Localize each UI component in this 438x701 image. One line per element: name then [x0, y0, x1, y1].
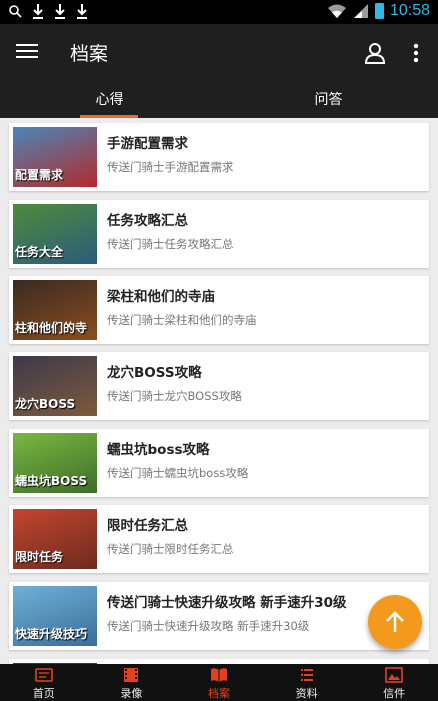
list-icon: [300, 669, 313, 681]
item-title: 手游配置需求: [107, 136, 188, 152]
battery-icon: [374, 3, 384, 19]
more-vert-icon[interactable]: [404, 40, 428, 66]
item-subtitle: 传送门骑士限时任务汇总: [107, 542, 234, 556]
hamburger-menu-icon[interactable]: [14, 40, 40, 64]
notification-icons: [8, 3, 88, 19]
list-item[interactable]: 龙穴BOSS 龙穴BOSS攻略 传送门骑士龙穴BOSS攻略: [9, 352, 429, 420]
user-icon[interactable]: [362, 40, 388, 66]
thumbnail-caption: 蠕虫坑BOSS: [15, 474, 88, 488]
nav-archive[interactable]: 档案: [175, 664, 263, 701]
thumbnail: 配置需求: [13, 127, 97, 187]
thumbnail-caption: 龙穴BOSS: [15, 397, 76, 411]
status-time: 10:58: [389, 2, 430, 19]
article-list: 配置需求 手游配置需求 传送门骑士手游配置需求 任务大全 任务攻略汇总 传送门骑…: [0, 118, 438, 664]
item-subtitle: 传送门骑士任务攻略汇总: [107, 237, 234, 251]
search-icon: [9, 5, 22, 18]
item-subtitle: 传送门骑士快速升级攻略 新手速升30级: [107, 619, 310, 633]
thumbnail: 任务大全: [13, 204, 97, 264]
thumbnail-caption: 快速升级技巧: [15, 627, 88, 641]
list-item[interactable]: 配置需求 手游配置需求 传送门骑士手游配置需求: [9, 123, 429, 191]
tab-wenda[interactable]: 问答: [219, 80, 438, 118]
item-title: 限时任务汇总: [107, 518, 188, 534]
thumbnail: 快速升级技巧: [13, 586, 97, 646]
nav-mail[interactable]: 信件: [350, 664, 438, 701]
item-title: 任务攻略汇总: [107, 213, 188, 229]
item-title: 蠕虫坑boss攻略: [107, 442, 210, 458]
page-title: 档案: [70, 44, 109, 65]
thumbnail-caption: 柱和他们的寺: [15, 321, 88, 335]
list-item[interactable]: 蠕虫坑BOSS 蠕虫坑boss攻略 传送门骑士蠕虫坑boss攻略: [9, 429, 429, 497]
bottom-nav: 首页 录像 档案 资料 信件: [0, 664, 438, 701]
nav-data-label: 资料: [295, 687, 318, 700]
item-title: 传送门骑士快速升级攻略 新手速升30级: [107, 595, 347, 611]
tab-bar: 心得 问答: [0, 80, 438, 118]
item-subtitle: 传送门骑士手游配置需求: [107, 160, 234, 174]
thumbnail: 柱和他们的寺: [13, 280, 97, 340]
list-item[interactable]: 快速升级技巧 传送门骑士快速升级攻略 新手速升30级 传送门骑士快速升级攻略 新…: [9, 582, 429, 650]
item-title: 龙穴BOSS攻略: [107, 365, 202, 381]
scroll-to-top-button[interactable]: [368, 595, 422, 649]
book-icon: [210, 668, 227, 682]
film-icon: [124, 668, 139, 682]
thumbnail: 蠕虫坑BOSS: [13, 433, 97, 493]
download-icon: [33, 4, 43, 19]
item-title: 梁柱和他们的寺庙: [107, 289, 215, 305]
image-icon: [385, 667, 403, 683]
list-item[interactable]: 限时任务 限时任务汇总 传送门骑士限时任务汇总: [9, 505, 429, 573]
status-bar: 10:58: [0, 0, 438, 24]
item-subtitle: 传送门骑士蠕虫坑boss攻略: [107, 466, 249, 480]
wifi-icon: [327, 4, 346, 18]
thumbnail-caption: 配置需求: [15, 168, 64, 182]
nav-video-label: 录像: [120, 687, 143, 700]
list-item[interactable]: 柱和他们的寺 梁柱和他们的寺庙 传送门骑士梁柱和他们的寺庙: [9, 276, 429, 344]
arrow-up-icon: [386, 611, 404, 632]
nav-data[interactable]: 资料: [263, 664, 351, 701]
download-icon: [77, 4, 87, 19]
nav-mail-label: 信件: [383, 687, 406, 700]
home-icon: [34, 668, 53, 682]
thumbnail-caption: 限时任务: [15, 550, 64, 564]
thumbnail: 限时任务: [13, 509, 97, 569]
nav-home[interactable]: 首页: [0, 664, 88, 701]
list-item[interactable]: 任务大全 任务攻略汇总 传送门骑士任务攻略汇总: [9, 200, 429, 268]
item-subtitle: 传送门骑士龙穴BOSS攻略: [107, 389, 242, 403]
system-icons: 10:58: [327, 2, 430, 20]
tab-xinde[interactable]: 心得: [0, 80, 219, 118]
signal-icon: [353, 4, 368, 18]
item-subtitle: 传送门骑士梁柱和他们的寺庙: [107, 313, 257, 327]
nav-video[interactable]: 录像: [88, 664, 176, 701]
nav-archive-label: 档案: [207, 687, 230, 700]
nav-home-label: 首页: [32, 687, 55, 700]
download-icon: [55, 4, 65, 19]
thumbnail-caption: 任务大全: [15, 245, 64, 259]
thumbnail: 龙穴BOSS: [13, 356, 97, 416]
app-bar: 档案: [0, 24, 438, 80]
